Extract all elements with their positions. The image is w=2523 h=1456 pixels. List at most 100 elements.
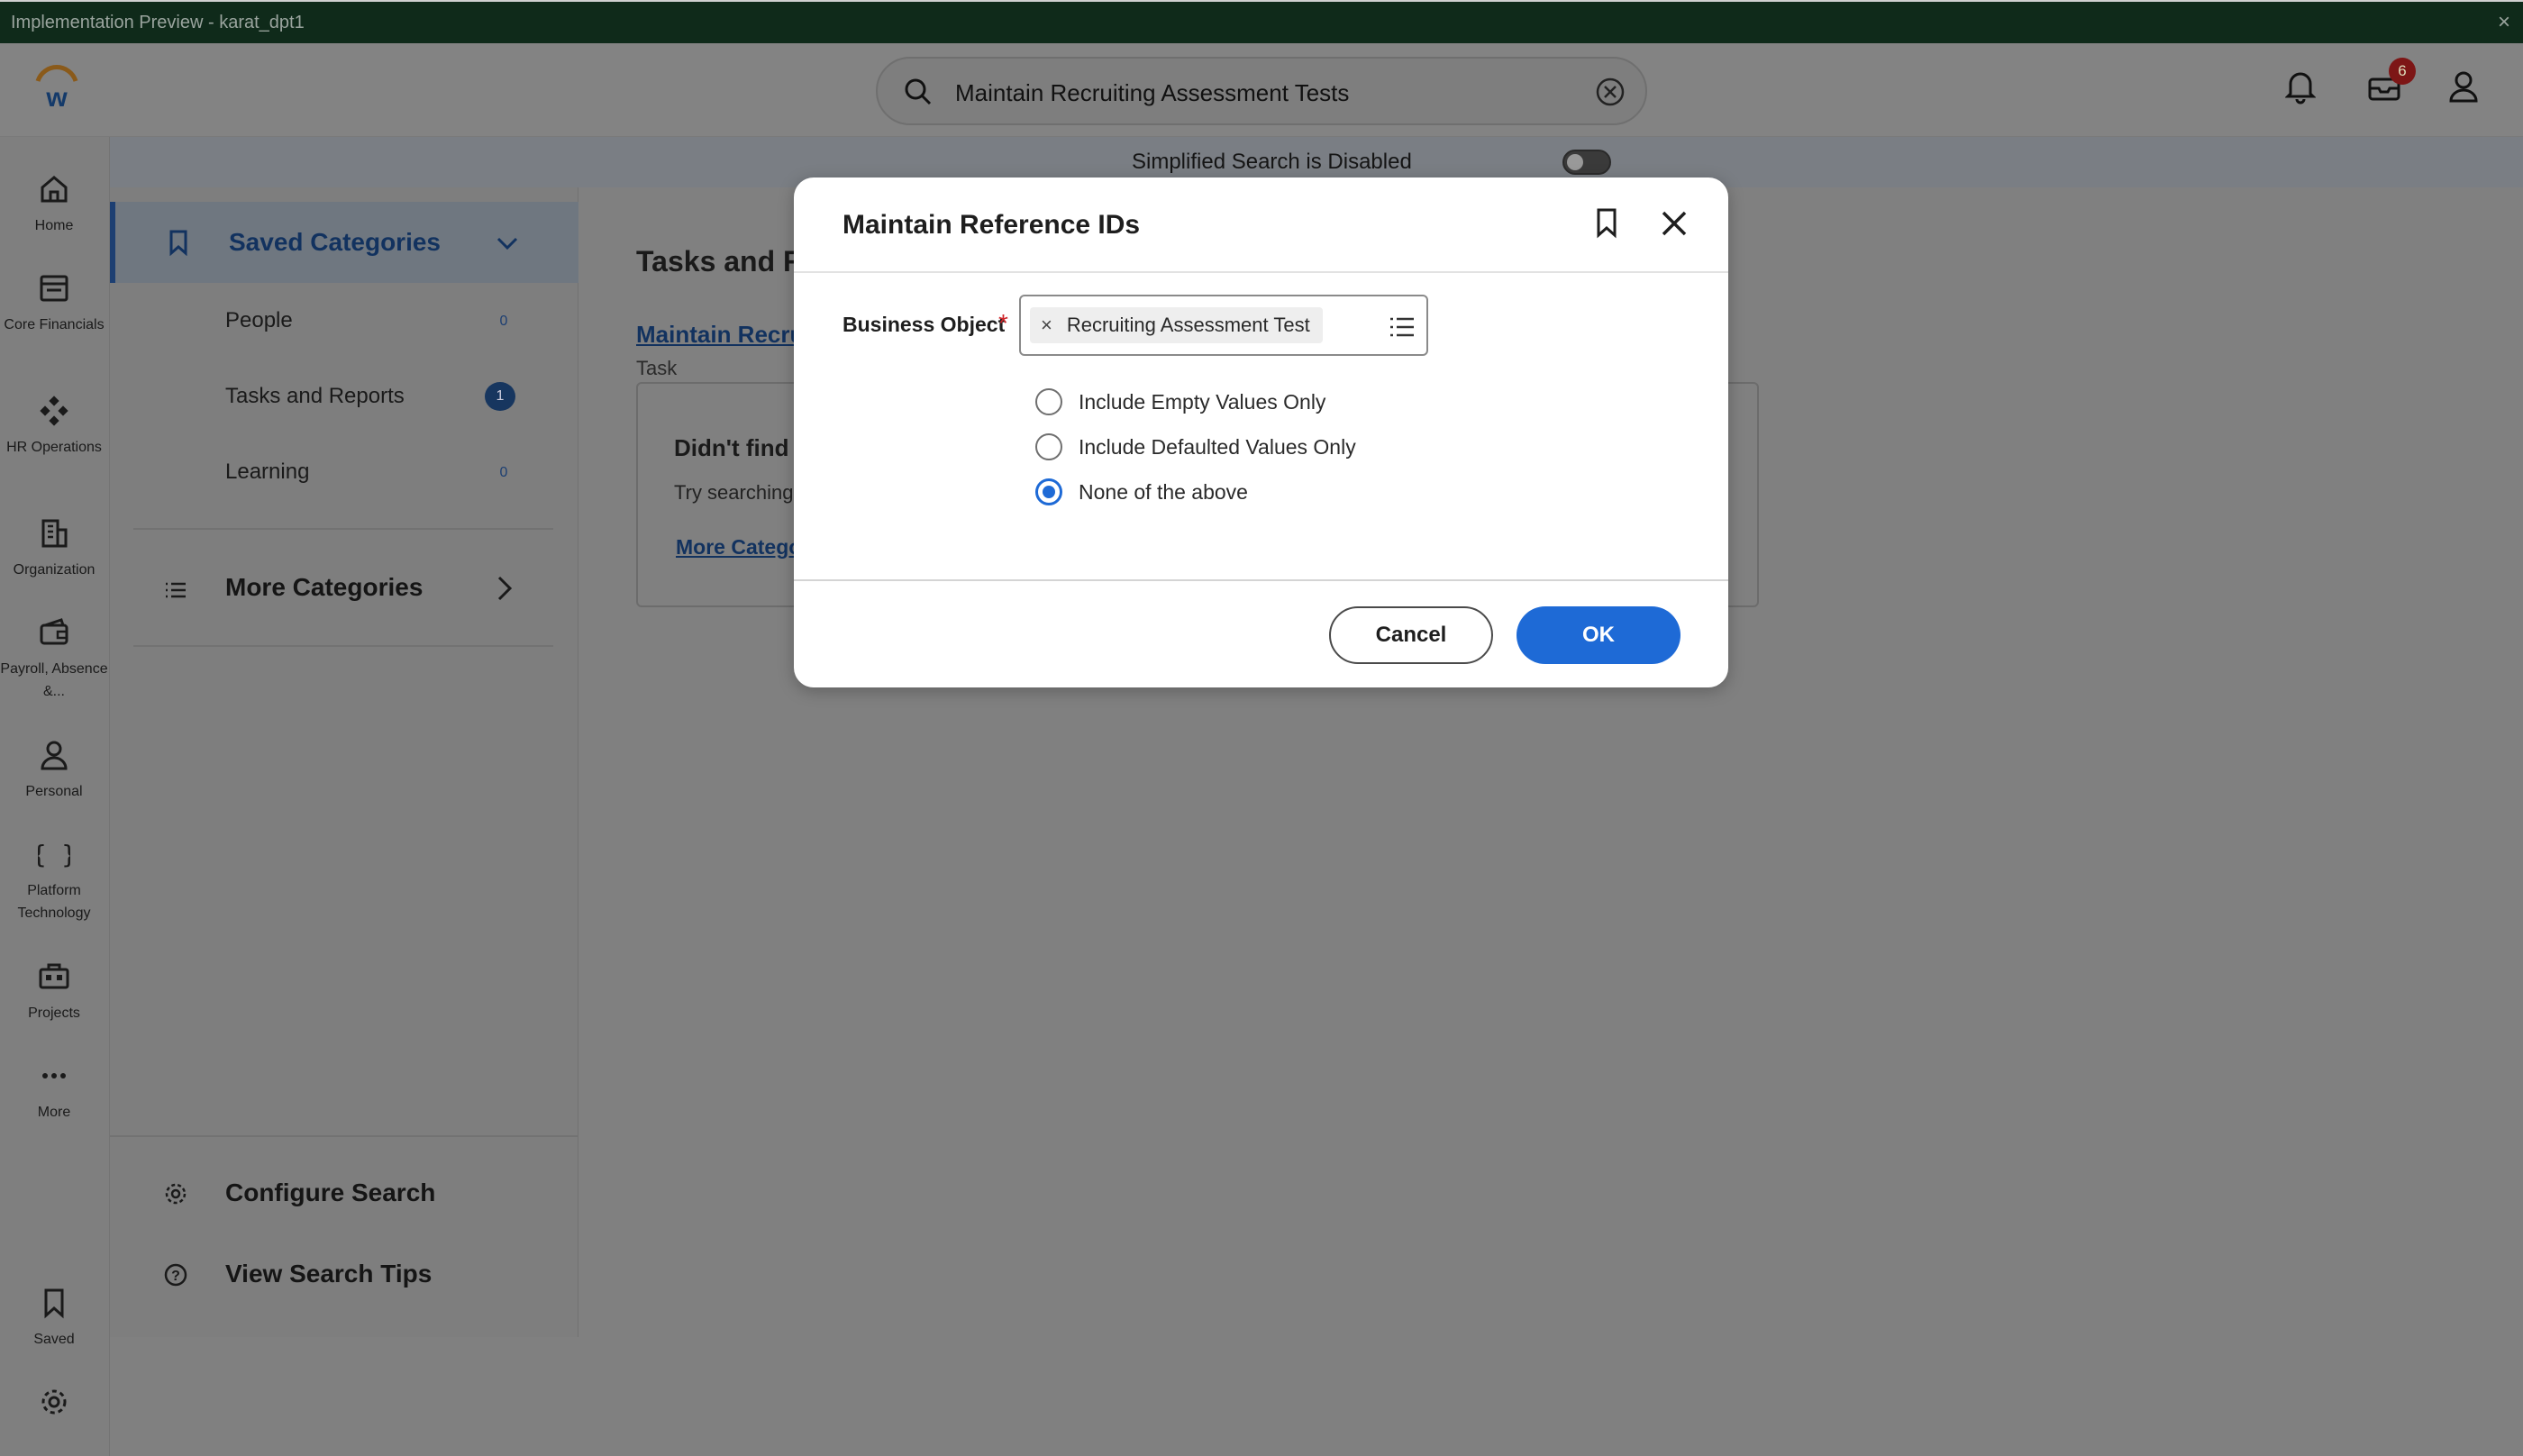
prompt-list-icon[interactable] — [1389, 314, 1416, 340]
platform-icon: { } — [0, 838, 108, 870]
nav-personal-label: Personal — [25, 784, 83, 799]
results-heading: Tasks and R — [636, 245, 805, 278]
category-count: 1 — [485, 382, 515, 411]
remove-chip-icon[interactable]: × — [1041, 314, 1052, 337]
radio-include-empty[interactable]: Include Empty Values Only — [1035, 388, 1325, 415]
simplified-search-text: Simplified Search is Disabled — [1132, 150, 1412, 174]
nav-hr-operations[interactable]: HR Operations — [0, 395, 108, 459]
nav-more-label: More — [37, 1105, 71, 1120]
clear-search-icon[interactable] — [1595, 77, 1626, 107]
gear-icon — [0, 1386, 108, 1418]
nav-home[interactable]: Home — [0, 173, 108, 237]
gear-icon — [162, 1180, 189, 1207]
nav-platform-technology[interactable]: { } Platform Technology — [0, 838, 108, 924]
home-icon — [0, 173, 108, 205]
nav-projects[interactable]: Projects — [0, 960, 108, 1024]
bookmark-icon — [168, 229, 189, 256]
nav-saved[interactable]: Saved — [0, 1287, 108, 1351]
category-learning[interactable]: Learning — [225, 460, 309, 485]
radio-label: Include Empty Values Only — [1079, 389, 1326, 414]
help-icon: ? — [162, 1261, 189, 1288]
required-indicator: * — [998, 309, 1008, 337]
window-title: Implementation Preview - karat_dpt1 — [11, 13, 305, 32]
payroll-icon — [0, 616, 108, 649]
view-search-tips-link[interactable]: View Search Tips — [225, 1260, 432, 1288]
result-link[interactable]: Maintain Recru — [636, 321, 804, 349]
maintain-reference-ids-dialog: Maintain Reference IDs Business Object *… — [794, 177, 1728, 687]
app-header: w Maintain Recruiting Assessment Tests 6 — [0, 43, 2523, 137]
workday-logo[interactable]: w — [32, 63, 81, 112]
core-financials-icon — [0, 272, 108, 305]
category-count: 0 — [499, 314, 508, 329]
divider — [133, 528, 553, 530]
nav-more[interactable]: More — [0, 1060, 108, 1124]
personal-icon — [0, 739, 108, 771]
svg-text:?: ? — [171, 1269, 180, 1284]
projects-icon — [0, 960, 108, 993]
nav-payroll[interactable]: Payroll, Absence &... — [0, 616, 108, 703]
nav-saved-label: Saved — [33, 1332, 75, 1347]
profile-icon[interactable] — [2447, 68, 2480, 105]
bookmark-icon[interactable] — [1592, 206, 1621, 239]
more-icon — [0, 1060, 108, 1092]
categories-panel: Saved Categories People 0 Tasks and Repo… — [110, 187, 578, 1337]
divider — [110, 1135, 578, 1137]
nav-settings[interactable] — [0, 1386, 108, 1418]
saved-categories-label: Saved Categories — [229, 228, 441, 256]
category-tasks-and-reports[interactable]: Tasks and Reports — [225, 384, 405, 409]
global-search-box[interactable]: Maintain Recruiting Assessment Tests — [876, 57, 1647, 125]
radio-label: None of the above — [1079, 479, 1248, 504]
configure-search-link[interactable]: Configure Search — [225, 1178, 435, 1207]
result-type: Task — [636, 357, 678, 379]
nav-home-label: Home — [34, 218, 74, 233]
list-icon — [162, 577, 189, 604]
nav-platform-technology-label: Platform Technology — [17, 883, 91, 921]
nav-payroll-label: Payroll, Absence &... — [0, 661, 108, 699]
divider — [794, 271, 1728, 273]
hr-operations-icon — [0, 395, 108, 427]
organization-icon — [0, 517, 108, 550]
more-categories-button[interactable]: More Categories — [225, 573, 423, 602]
chevron-right-icon[interactable] — [490, 573, 517, 604]
radio-include-defaulted[interactable]: Include Defaulted Values Only — [1035, 433, 1356, 460]
nav-projects-label: Projects — [28, 1006, 80, 1021]
chip-label: Recruiting Assessment Test — [1066, 314, 1310, 336]
selected-item-chip: × Recruiting Assessment Test — [1030, 307, 1323, 343]
radio-button[interactable] — [1035, 388, 1062, 415]
toggle-knob — [1567, 154, 1583, 170]
radio-button[interactable] — [1035, 433, 1062, 460]
inbox-badge: 6 — [2389, 58, 2416, 85]
notifications-icon[interactable] — [2285, 68, 2316, 105]
category-count: 0 — [499, 465, 508, 480]
simplified-search-toggle[interactable] — [1562, 150, 1611, 175]
saved-icon — [0, 1287, 108, 1319]
nav-organization[interactable]: Organization — [0, 517, 108, 581]
search-icon — [903, 77, 934, 107]
ok-button[interactable]: OK — [1517, 606, 1680, 664]
nav-core-financials-label: Core Financials — [4, 317, 105, 332]
nav-organization-label: Organization — [13, 562, 96, 578]
radio-button-selected[interactable] — [1035, 478, 1062, 505]
saved-categories-header[interactable]: Saved Categories — [110, 202, 578, 283]
nav-personal[interactable]: Personal — [0, 739, 108, 803]
business-object-prompt[interactable]: × Recruiting Assessment Test — [1019, 295, 1428, 356]
more-categories-link[interactable]: More Catego — [676, 535, 801, 560]
card-heading: Didn't find v — [674, 434, 809, 461]
left-navigation: Home Core Financials HR Operations Organ… — [0, 137, 110, 1456]
cancel-button[interactable]: Cancel — [1329, 606, 1493, 664]
business-object-label: Business Object — [843, 313, 1006, 336]
divider — [794, 579, 1728, 581]
divider — [133, 645, 553, 647]
radio-none-of-the-above[interactable]: None of the above — [1035, 478, 1248, 505]
svg-text:{ }: { } — [38, 840, 70, 869]
close-icon[interactable] — [1659, 208, 1690, 239]
nav-core-financials[interactable]: Core Financials — [0, 272, 108, 336]
card-text: Try searching — [674, 481, 794, 504]
category-people[interactable]: People — [225, 308, 293, 333]
dialog-title: Maintain Reference IDs — [843, 210, 1141, 240]
window-titlebar: Implementation Preview - karat_dpt1 × — [0, 0, 2523, 43]
search-input[interactable]: Maintain Recruiting Assessment Tests — [955, 79, 1349, 107]
window-close-button[interactable]: × — [2498, 10, 2510, 35]
nav-hr-operations-label: HR Operations — [6, 440, 102, 455]
radio-label: Include Defaulted Values Only — [1079, 434, 1356, 459]
